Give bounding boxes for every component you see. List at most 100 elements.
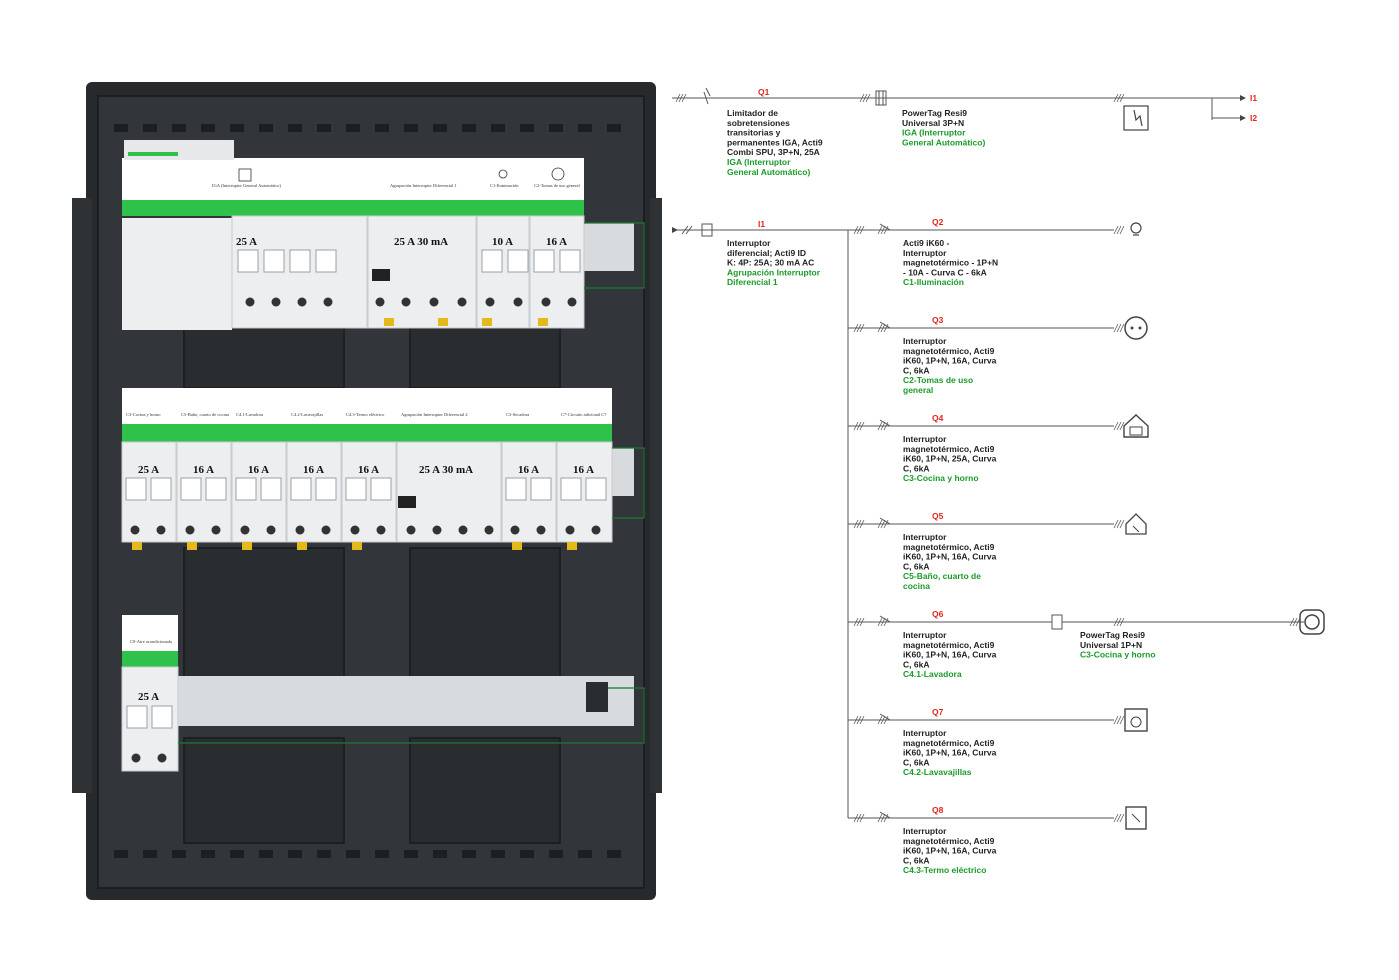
breaker-toggle[interactable] [505, 477, 527, 501]
green-band-row3 [122, 651, 178, 667]
breaker-toggle[interactable] [530, 477, 552, 501]
circuit-name-line: C4.1-Lavadora [903, 669, 962, 679]
breaker-toggle[interactable] [481, 249, 503, 273]
vent-slot [491, 850, 505, 858]
rating-iga: 25 A [236, 236, 257, 248]
vent-slot [375, 124, 389, 132]
vent-slot [375, 850, 389, 858]
terminal-screw [295, 525, 305, 535]
breaker-toggle[interactable] [533, 249, 555, 273]
description-line: Limitador de [727, 108, 778, 118]
description-line: Interruptor [903, 336, 947, 346]
breaker-toggle[interactable] [150, 477, 172, 501]
breaker-toggle[interactable] [560, 477, 582, 501]
breaker-toggle[interactable] [345, 477, 367, 501]
vent-slot [346, 850, 360, 858]
breaker-toggle[interactable] [559, 249, 581, 273]
row1-label-rcd: Agrupación Interruptor Diferencial 1 [390, 183, 457, 188]
breaker-rating: 16 A [193, 464, 214, 476]
circuit-name-line: C4.2-Lavavajillas [903, 767, 972, 777]
vent-slot [230, 850, 244, 858]
row1-label-iga: IGA (Interruptor General Automático) [212, 183, 281, 188]
description-line: Interruptor [903, 826, 947, 836]
circuit-id: Q3 [932, 315, 944, 325]
breaker-toggle[interactable] [235, 477, 257, 501]
terminal-screw [485, 297, 495, 307]
vent-slot [578, 124, 592, 132]
description-line: - 10A - Curva C - 6kA [903, 267, 987, 277]
breaker-row-1: IGA (Interruptor General Automático) Agr… [122, 140, 634, 330]
terminal-screw [297, 297, 307, 307]
row2-circuit-label: Agrupación Interruptor Diferencial 2 [401, 412, 468, 417]
row1-label-c1: C1-Iluminación [490, 183, 519, 188]
terminal-screw [457, 297, 467, 307]
description-line: C, 6kA [903, 659, 929, 669]
description-line: iK60, 1P+N, 16A, Curva [903, 748, 997, 758]
terminal-screw [401, 297, 411, 307]
terminal-screw [321, 525, 331, 535]
description-line: iK60, 1P+N, 16A, Curva [903, 356, 997, 366]
breaker-rating: 16 A [303, 464, 324, 476]
vent-slot [201, 124, 215, 132]
breaker-toggle[interactable] [289, 249, 311, 273]
terminal-screw [240, 525, 250, 535]
breaker-toggle[interactable] [180, 477, 202, 501]
socket-pin [1130, 326, 1134, 330]
row2-circuit-label: C3-Secadora [506, 412, 529, 417]
yellow-clip [352, 542, 362, 550]
description-line: iK60, 1P+N, 16A, Curva [903, 846, 997, 856]
breaker-toggle[interactable] [263, 249, 285, 273]
breaker-toggle[interactable] [585, 477, 607, 501]
vent-slot [607, 124, 621, 132]
terminal-screw [130, 525, 140, 535]
breaker-toggle[interactable] [315, 249, 337, 273]
circuit-id: Q5 [932, 511, 944, 521]
row2-circuit-label: C4.3-Termo eléctrico [346, 412, 385, 417]
q1-id: Q1 [758, 87, 770, 97]
breaker-toggle[interactable] [370, 477, 392, 501]
vent-slot [259, 124, 273, 132]
description-line: C, 6kA [903, 365, 929, 375]
spd-green-stripe [128, 152, 178, 156]
vent-slot [317, 124, 331, 132]
breaker-toggle[interactable] [315, 477, 337, 501]
vent-slot [520, 850, 534, 858]
yellow-clip [242, 542, 252, 550]
label-strip-row2 [122, 388, 612, 424]
description-line: magnetotérmico, Acti9 [903, 444, 995, 454]
breaker-toggle[interactable] [507, 249, 529, 273]
q1-description: Limitador desobretensionestransitorias y… [727, 108, 823, 177]
terminal-screw [484, 525, 494, 535]
breaker-toggle[interactable] [205, 477, 227, 501]
breaker-toggle[interactable] [237, 249, 259, 273]
panel-left-flange [72, 198, 92, 793]
breaker-toggle[interactable] [260, 477, 282, 501]
yellow-clip [297, 542, 307, 550]
description-line: K: 4P: 25A; 30 mA AC [727, 258, 814, 268]
dishwasher-plate [1130, 716, 1142, 728]
description-line: magnetotérmico, Acti9 [903, 542, 995, 552]
rating-c2: 16 A [546, 236, 567, 248]
breaker-toggle[interactable] [125, 477, 147, 501]
terminal-screw [458, 525, 468, 535]
terminal-screw [429, 297, 439, 307]
rating-c1: 10 A [492, 236, 513, 248]
description-line: magnetotérmico, Acti9 [903, 640, 995, 650]
rail-end-stop [586, 682, 608, 712]
terminal-screw [432, 525, 442, 535]
description-line: magnetotérmico, Acti9 [903, 738, 995, 748]
rcd-test-button-1[interactable] [372, 269, 390, 281]
label-strip-row1 [122, 158, 584, 200]
c9-toggle-2[interactable] [151, 705, 173, 729]
circuit-name-line: C2-Tomas de uso [903, 375, 973, 385]
powertag-line: PowerTag Resi9 [1080, 630, 1145, 640]
row3-label-c9: C9-Aire acondicionado [130, 639, 173, 644]
description-line: transitorias y [727, 128, 781, 138]
yellow-clip [512, 542, 522, 550]
description-line: Interruptor [903, 728, 947, 738]
circuit-name-line: C3-Cocina y horno [903, 473, 979, 483]
rcd-test-button-2[interactable] [398, 496, 416, 508]
c9-toggle-1[interactable] [126, 705, 148, 729]
breaker-toggle[interactable] [290, 477, 312, 501]
breaker-rating: 16 A [573, 464, 594, 476]
